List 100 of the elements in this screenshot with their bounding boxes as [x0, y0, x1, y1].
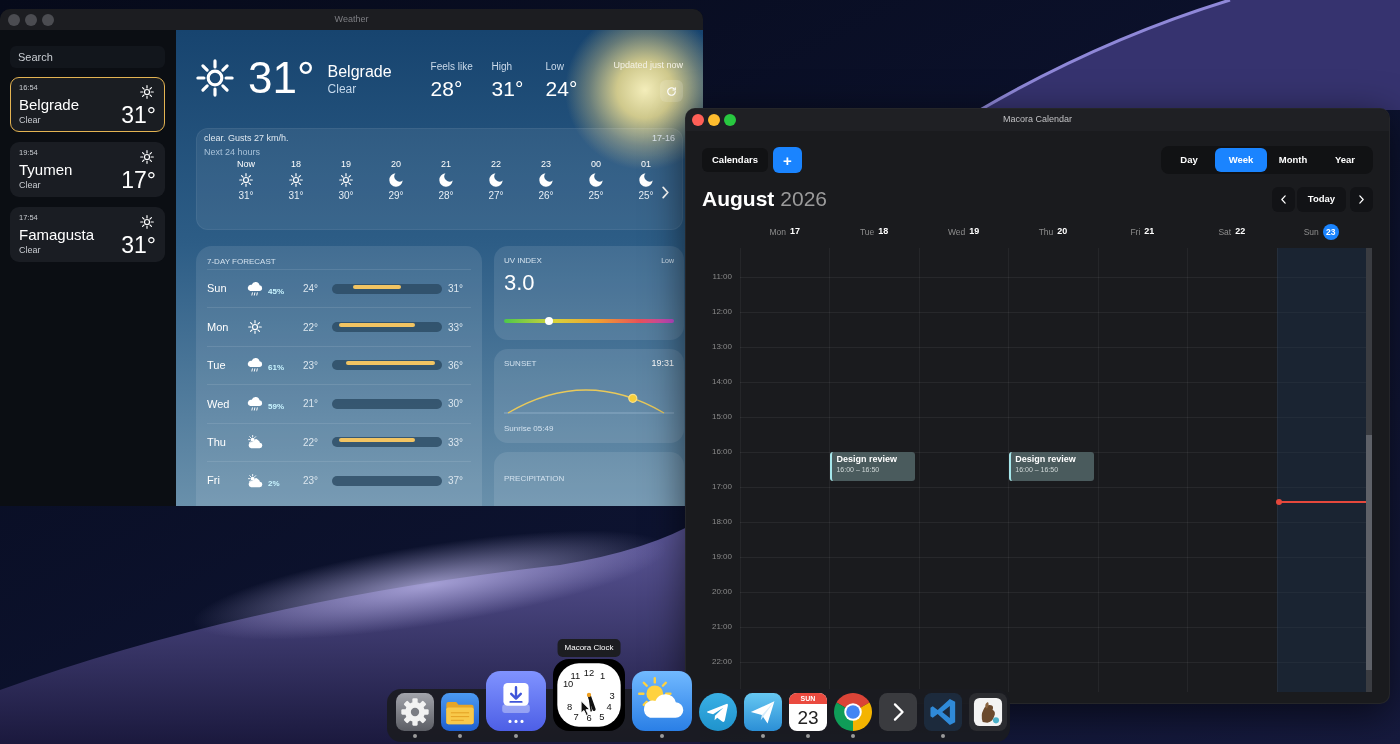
- hour-temperature: 25°: [588, 189, 604, 202]
- high-temperature: 30°: [448, 397, 464, 412]
- high-temperature: 37°: [448, 474, 464, 489]
- low-temperature: 22°: [303, 435, 320, 450]
- hour-label: Now: [237, 158, 255, 170]
- close-button[interactable]: [692, 114, 704, 126]
- hour-label: 11:00: [711, 271, 732, 283]
- day-label: Tue: [207, 358, 227, 374]
- sunset-time: 19:31: [651, 357, 674, 371]
- temperature-range-fill: [352, 284, 401, 289]
- scrollbar-thumb[interactable]: [1366, 435, 1372, 670]
- sun-and-cloud-app-icon[interactable]: [632, 671, 692, 731]
- hour-temperature: 31°: [238, 189, 254, 202]
- clock-numeral: 1: [600, 670, 606, 681]
- color-wheel-app-icon[interactable]: [834, 693, 872, 731]
- year-title: 2026: [780, 186, 828, 213]
- updated-label: Updated just now: [613, 60, 683, 71]
- clock-numeral: 4: [606, 702, 612, 713]
- city-name: Belgrade: [19, 95, 80, 114]
- day-label: Fri: [207, 473, 221, 489]
- sun-behind-cloud-icon: [247, 435, 263, 450]
- hour-label: 17:00: [710, 481, 732, 493]
- hour-label: 12:00: [710, 306, 732, 318]
- hour-label: 19:00: [710, 551, 732, 563]
- hour-temperature: 30°: [338, 189, 354, 202]
- hour-label: 18: [291, 158, 301, 170]
- weekday-label: Wed: [947, 225, 966, 239]
- sun-icon: [140, 150, 154, 164]
- chevron-app-icon[interactable]: [879, 693, 917, 731]
- precipitation-chance: 61%: [268, 363, 284, 373]
- clock-numeral: 11: [570, 670, 581, 681]
- low-temperature: 23°: [303, 358, 320, 373]
- stat-value: 31°: [491, 76, 524, 102]
- date-label[interactable]: 23: [1322, 224, 1339, 240]
- today-button[interactable]: Today: [1297, 186, 1346, 212]
- sun-icon: [239, 173, 253, 187]
- hour-label: 00: [591, 158, 601, 170]
- date-label[interactable]: 21: [1144, 225, 1155, 239]
- clock-numeral: 6: [586, 713, 592, 724]
- moon-icon: [489, 173, 503, 187]
- low-temperature: 22°: [303, 320, 320, 335]
- folder-app-icon[interactable]: [441, 693, 479, 731]
- date-label[interactable]: 19: [969, 225, 980, 239]
- date-label[interactable]: 20: [1057, 225, 1068, 239]
- low-temperature: 21°: [303, 397, 320, 412]
- date-label[interactable]: 18: [878, 225, 889, 239]
- tooltip: Macora Clock: [557, 639, 621, 657]
- city-name: Belgrade: [327, 63, 393, 81]
- hour-label: 18:00: [710, 516, 732, 528]
- weekday-label: Fri: [1130, 225, 1141, 239]
- previous-week-button[interactable]: [1272, 186, 1295, 212]
- window-title: Macora Calendar: [1002, 113, 1072, 127]
- weather-summary: clear. Gusts 27 km/h.: [204, 132, 289, 144]
- temperature: 31°: [121, 232, 156, 258]
- clock-numeral: 12: [583, 668, 595, 679]
- code-app-icon[interactable]: [924, 693, 962, 731]
- minimize-button[interactable]: [708, 114, 720, 126]
- add-button[interactable]: +: [772, 147, 802, 173]
- chevron-right-icon[interactable]: [662, 186, 669, 199]
- precipitation-chance: 45%: [268, 286, 284, 296]
- date-label[interactable]: 22: [1235, 225, 1246, 239]
- clock-numeral: 5: [599, 711, 605, 722]
- paper-plane-app-icon[interactable]: [699, 693, 737, 731]
- next-week-button[interactable]: [1350, 186, 1373, 212]
- refresh-icon: [667, 86, 676, 96]
- moon-icon: [389, 173, 403, 187]
- calendars-button[interactable]: Calendars: [702, 148, 768, 172]
- temperature: 31°: [248, 55, 315, 101]
- condition-label: Clear: [19, 179, 42, 191]
- high-temperature: 36°: [448, 358, 464, 373]
- view-tab[interactable]: Week: [1215, 148, 1267, 172]
- sun-behind-cloud-icon: [247, 473, 263, 488]
- stat-label: High: [491, 61, 513, 73]
- condition-label: Clear: [19, 244, 42, 256]
- hour-label: 22: [491, 158, 501, 170]
- section-title: 7-DAY FORECAST: [207, 256, 277, 268]
- hour-label: 15:00: [710, 411, 732, 423]
- mouse-pointer-icon: [580, 700, 591, 716]
- rain-cloud-icon: [247, 358, 263, 373]
- download-app-icon[interactable]: [486, 671, 546, 731]
- view-tab[interactable]: Day: [1163, 148, 1215, 172]
- rain-cloud-icon: [247, 281, 263, 296]
- search-field[interactable]: Search: [10, 46, 165, 68]
- zoom-button[interactable]: [724, 114, 736, 126]
- paper-plane-app-icon[interactable]: [744, 693, 782, 731]
- app-icon[interactable]: [969, 693, 1007, 731]
- moon-icon: [539, 173, 553, 187]
- day-label: Thu: [207, 435, 227, 450]
- hour-label: 20:00: [710, 586, 732, 598]
- day-label: Sun: [207, 281, 228, 297]
- gear-app-icon[interactable]: [396, 693, 434, 731]
- clock-app-button[interactable]: 11 12 1 10 3 8 4 7 6 5: [553, 659, 625, 731]
- temperature: 31°: [121, 102, 156, 128]
- view-tab[interactable]: Month: [1267, 148, 1319, 172]
- date-label[interactable]: 17: [789, 225, 800, 239]
- clock-numeral: 10: [562, 679, 574, 690]
- view-tab[interactable]: Year: [1319, 148, 1371, 172]
- hour-label: 20: [391, 158, 401, 170]
- hour-label: 01: [641, 158, 651, 170]
- condition-label: Clear: [19, 114, 42, 126]
